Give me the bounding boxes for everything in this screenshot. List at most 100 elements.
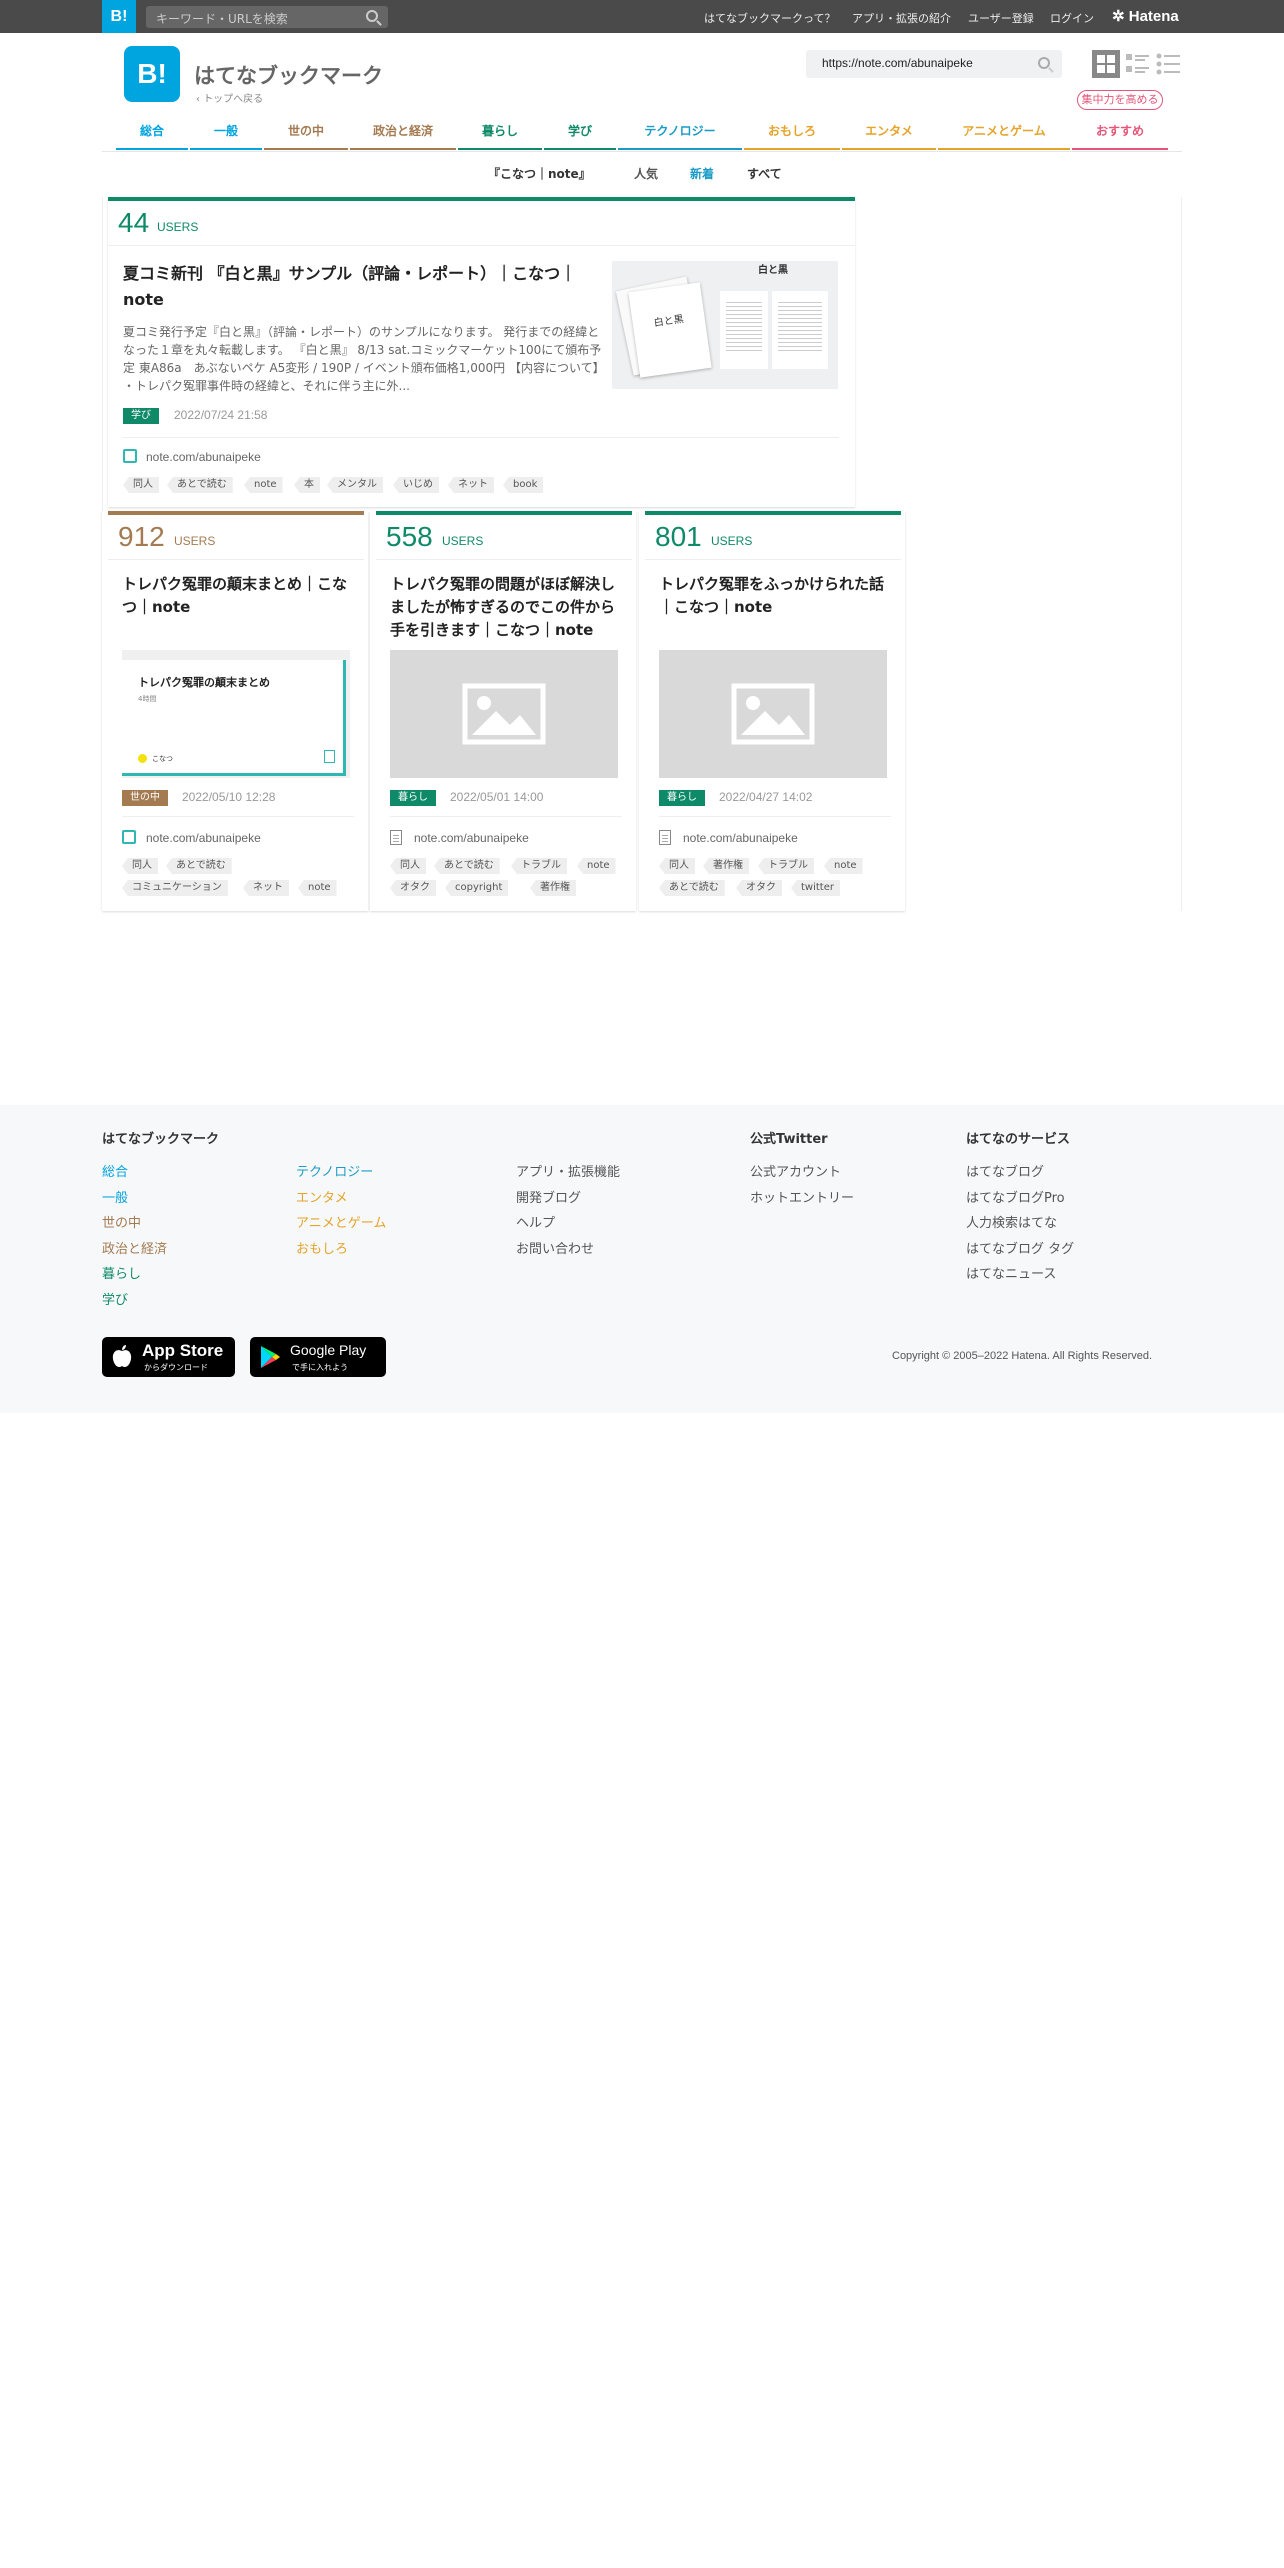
tab-popular[interactable]: 人気 <box>634 165 658 182</box>
nav-item[interactable]: 政治と経済 <box>350 112 456 150</box>
footer-category-link[interactable]: エンタメ <box>296 1187 348 1206</box>
nav-item[interactable]: おもしろ <box>744 112 840 150</box>
entry-thumbnail[interactable]: トレパク冤罪の顛末まとめ 4時間 こなつ <box>122 650 350 778</box>
users-label[interactable]: USERS <box>174 534 215 548</box>
image-placeholder[interactable] <box>390 650 618 778</box>
entry-title[interactable]: 夏コミ新刊 『白と黒』サンプル（評論・レポート）｜こなつ｜note <box>123 261 608 313</box>
grid-view-icon[interactable] <box>1092 50 1120 78</box>
footer-service-link[interactable]: 人力検索はてな <box>966 1212 1057 1231</box>
footer-service-link[interactable]: はてなブログPro <box>966 1187 1065 1206</box>
nav-item[interactable]: 学び <box>544 112 616 150</box>
tag[interactable]: 同人 <box>659 858 695 874</box>
hatena-logo[interactable]: ✲ Hatena <box>1112 7 1179 25</box>
category-badge[interactable]: 暮らし <box>390 790 436 806</box>
tag[interactable]: 本 <box>294 477 320 493</box>
app-store-button[interactable]: App Store からダウンロード <box>102 1337 235 1377</box>
footer-info-link[interactable]: お問い合わせ <box>516 1238 594 1257</box>
tag[interactable]: note <box>824 858 863 874</box>
tag[interactable]: note <box>298 880 337 896</box>
users-count[interactable]: 912 <box>118 521 165 553</box>
tag[interactable]: 著作権 <box>703 858 749 874</box>
nav-item[interactable]: テクノロジー <box>618 112 742 150</box>
google-play-button[interactable]: Google Play で手に入れよう <box>250 1337 386 1377</box>
entry-title[interactable]: トレパク冤罪の顛末まとめ｜こなつ｜note <box>122 573 352 619</box>
login-link[interactable]: ログイン <box>1050 10 1094 26</box>
tag[interactable]: あとで読む <box>166 858 232 874</box>
tag[interactable]: note <box>244 477 283 493</box>
footer-service-link[interactable]: はてなニュース <box>966 1263 1056 1282</box>
footer-category-link[interactable]: 暮らし <box>102 1263 141 1282</box>
entry-domain[interactable]: note.com/abunaipeke <box>414 831 529 845</box>
apps-link[interactable]: アプリ・拡張の紹介 <box>852 10 951 26</box>
tag[interactable]: メンタル <box>327 477 383 493</box>
entry-domain[interactable]: note.com/abunaipeke <box>683 831 798 845</box>
users-label[interactable]: USERS <box>442 534 483 548</box>
footer-service-link[interactable]: はてなブログ <box>966 1161 1044 1180</box>
users-label[interactable]: USERS <box>157 220 198 234</box>
footer-info-link[interactable]: 開発ブログ <box>516 1187 581 1206</box>
list-view-icon[interactable] <box>1154 50 1182 78</box>
tag[interactable]: 同人 <box>390 858 426 874</box>
users-label[interactable]: USERS <box>711 534 752 548</box>
about-link[interactable]: はてなブックマークって？ <box>704 10 835 26</box>
tag[interactable]: オタク <box>736 880 782 896</box>
tab-new[interactable]: 新着 <box>690 165 714 182</box>
nav-item[interactable]: エンタメ <box>842 112 936 150</box>
tag[interactable]: 同人 <box>123 477 159 493</box>
footer-category-link[interactable]: 一般 <box>102 1187 128 1206</box>
footer-category-link[interactable]: 世の中 <box>102 1212 141 1231</box>
footer-info-link[interactable]: ヘルプ <box>516 1212 555 1231</box>
tag[interactable]: 著作権 <box>530 880 576 896</box>
entry-title[interactable]: トレパク冤罪をふっかけられた話｜こなつ｜note <box>659 573 889 619</box>
nav-item[interactable]: 世の中 <box>264 112 348 150</box>
search-icon[interactable] <box>366 10 378 22</box>
entry-thumbnail[interactable]: 白と黒 白と黒 <box>612 261 838 389</box>
footer-service-link[interactable]: はてなブログ タグ <box>966 1238 1074 1257</box>
entry-domain[interactable]: note.com/abunaipeke <box>146 831 261 845</box>
footer-category-link[interactable]: 政治と経済 <box>102 1238 167 1257</box>
focus-mode-button[interactable]: 集中力を高める <box>1077 90 1163 110</box>
footer-twitter-link[interactable]: 公式アカウント <box>750 1161 841 1180</box>
nav-item[interactable]: 暮らし <box>458 112 542 150</box>
nav-item[interactable]: おすすめ <box>1072 112 1168 150</box>
category-badge[interactable]: 世の中 <box>122 790 168 806</box>
site-logo[interactable]: B! <box>124 46 180 102</box>
tag[interactable]: copyright <box>445 880 509 896</box>
users-count[interactable]: 558 <box>386 521 433 553</box>
tag[interactable]: book <box>503 477 544 493</box>
tag[interactable]: トラブル <box>758 858 814 874</box>
tag[interactable]: いじめ <box>393 477 439 493</box>
entry-title[interactable]: トレパク冤罪の問題がほぼ解決しましたが怖すぎるのでこの件から手を引きます｜こなつ… <box>390 573 620 642</box>
entry-domain[interactable]: note.com/abunaipeke <box>146 450 261 464</box>
tag[interactable]: ネット <box>243 880 289 896</box>
footer-twitter-link[interactable]: ホットエントリー <box>750 1187 854 1206</box>
tag[interactable]: ネット <box>448 477 494 493</box>
tag[interactable]: オタク <box>390 880 436 896</box>
search-input[interactable]: キーワード・URLを検索 <box>146 6 388 28</box>
search-icon[interactable] <box>1038 57 1050 69</box>
footer-info-link[interactable]: アプリ・拡張機能 <box>516 1161 620 1180</box>
tag[interactable]: トラブル <box>511 858 567 874</box>
category-badge[interactable]: 学び <box>123 408 159 424</box>
tag[interactable]: あとで読む <box>659 880 725 896</box>
footer-category-link[interactable]: おもしろ <box>296 1238 348 1257</box>
category-badge[interactable]: 暮らし <box>659 790 705 806</box>
image-placeholder[interactable] <box>659 650 887 778</box>
back-to-top-link[interactable]: ‹ トップへ戻る <box>196 90 263 105</box>
footer-category-link[interactable]: 学び <box>102 1289 128 1308</box>
tag[interactable]: あとで読む <box>167 477 233 493</box>
bookmark-logo[interactable]: B! <box>102 0 136 33</box>
tag[interactable]: 同人 <box>122 858 158 874</box>
tag[interactable]: twitter <box>791 880 840 896</box>
nav-item[interactable]: 総合 <box>116 112 188 150</box>
users-count[interactable]: 801 <box>655 521 702 553</box>
register-link[interactable]: ユーザー登録 <box>968 10 1034 26</box>
url-search-field[interactable]: https://note.com/abunaipeke <box>806 50 1062 78</box>
headline-view-icon[interactable] <box>1124 50 1152 78</box>
nav-item[interactable]: アニメとゲーム <box>938 112 1070 150</box>
footer-category-link[interactable]: アニメとゲーム <box>296 1212 386 1231</box>
page-title[interactable]: はてなブックマーク <box>194 60 383 90</box>
tab-all[interactable]: すべて <box>747 165 782 182</box>
tag[interactable]: コミュニケーション <box>122 880 228 896</box>
tag[interactable]: あとで読む <box>434 858 500 874</box>
